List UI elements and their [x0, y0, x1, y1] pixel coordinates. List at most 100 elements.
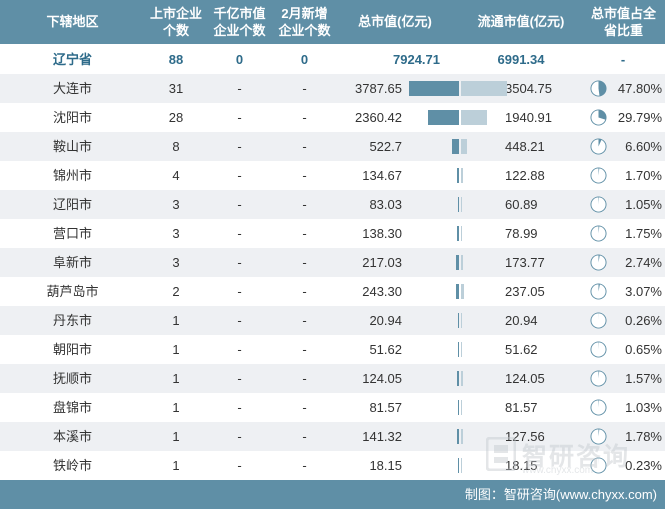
market-cap: 124.05	[362, 371, 402, 386]
header-feb-line1: 2月新增	[281, 6, 328, 21]
region-name: 锦州市	[52, 168, 92, 183]
share-percent: 1.05%	[625, 197, 662, 212]
share-percent: 1.75%	[625, 226, 662, 241]
bar-float-cap	[461, 400, 463, 415]
listed-count: 1	[172, 458, 180, 473]
market-cap: 2360.42	[355, 110, 402, 125]
share-pie-icon	[590, 370, 607, 387]
total-feb-new-count: 0	[300, 52, 309, 67]
bar-total-cap	[456, 255, 459, 270]
bar-float-cap	[461, 168, 463, 183]
header-float-cap: 流通市值(亿元)	[477, 14, 565, 29]
listed-count: 8	[172, 139, 180, 154]
market-cap: 83.03	[369, 197, 402, 212]
header-share: 总市值占全 省比重	[582, 5, 665, 39]
share-percent: 6.60%	[625, 139, 662, 154]
listed-count: 1	[172, 342, 180, 357]
total-share: -	[620, 52, 626, 67]
header-feb-new: 2月新增 企业个数	[272, 5, 337, 39]
footer-source: 制图：智研咨询(www.chyxx.com)	[464, 487, 657, 502]
market-cap: 20.94	[369, 313, 402, 328]
billion-count: -	[237, 197, 242, 212]
bar-total-cap	[458, 458, 459, 473]
region-name: 铁岭市	[52, 458, 92, 473]
table-row: 鞍山市 8 - - 522.7 448.21 6.60%	[0, 132, 665, 161]
feb-new-count: -	[302, 139, 307, 154]
share-pie-icon	[590, 254, 607, 271]
bar-float-cap	[461, 342, 462, 357]
table-row: 葫芦岛市 2 - - 243.30 237.05 3.07%	[0, 277, 665, 306]
region-name: 葫芦岛市	[46, 284, 99, 299]
listed-count: 3	[172, 197, 180, 212]
table-row: 辽阳市 3 - - 83.03 60.89 1.05%	[0, 190, 665, 219]
bar-float-cap	[461, 429, 463, 444]
billion-count: -	[237, 400, 242, 415]
listed-count: 1	[172, 429, 180, 444]
share-percent: 3.07%	[625, 284, 662, 299]
feb-new-count: -	[302, 81, 307, 96]
float-cap: 1940.91	[505, 110, 552, 125]
region-name: 朝阳市	[52, 342, 92, 357]
header-total-cap: 总市值(亿元)	[358, 14, 432, 29]
header-listed-line1: 上市企业	[149, 6, 202, 21]
bar-total-cap	[452, 139, 459, 154]
feb-new-count: -	[302, 110, 307, 125]
float-cap: 78.99	[505, 226, 538, 241]
total-market-cap: 7924.71	[393, 52, 440, 67]
billion-count: -	[237, 371, 242, 386]
header-share-line1: 总市值占全	[590, 6, 656, 21]
region-name: 本溪市	[52, 429, 92, 444]
header-billion-companies: 千亿市值 企业个数	[207, 5, 272, 39]
market-cap: 3787.65	[355, 81, 402, 96]
bar-float-cap	[461, 139, 467, 154]
market-cap: 51.62	[369, 342, 402, 357]
float-cap: 237.05	[505, 284, 545, 299]
bar-float-cap	[461, 371, 463, 386]
float-cap: 20.94	[505, 313, 538, 328]
bar-float-cap	[461, 197, 462, 212]
billion-count: -	[237, 458, 242, 473]
billion-count: -	[237, 313, 242, 328]
header-billion-line1: 千亿市值	[213, 6, 266, 21]
header-listed-companies: 上市企业 个数	[145, 5, 207, 39]
market-cap: 243.30	[362, 284, 402, 299]
watermark-url: www.chyxx.com	[522, 465, 594, 476]
billion-count: -	[237, 226, 242, 241]
share-pie-icon	[590, 312, 607, 329]
share-percent: 47.80%	[617, 81, 662, 96]
feb-new-count: -	[302, 371, 307, 386]
billion-count: -	[237, 284, 242, 299]
total-billion-count: 0	[235, 52, 244, 67]
region-name: 抚顺市	[52, 371, 92, 386]
share-pie-icon	[590, 225, 607, 242]
header-feb-line2: 企业个数	[278, 23, 331, 38]
bar-float-cap	[461, 255, 464, 270]
share-pie-icon	[590, 138, 607, 155]
billion-count: -	[237, 168, 242, 183]
bar-total-cap	[457, 371, 459, 386]
region-name: 丹东市	[52, 313, 92, 328]
feb-new-count: -	[302, 342, 307, 357]
listed-count: 1	[172, 371, 180, 386]
header-billion-line2: 企业个数	[213, 23, 266, 38]
float-cap: 173.77	[505, 255, 545, 270]
billion-count: -	[237, 255, 242, 270]
region-name: 沈阳市	[52, 110, 92, 125]
bar-float-cap	[461, 110, 487, 125]
region-name: 盘锦市	[52, 400, 92, 415]
share-percent: 0.26%	[625, 313, 662, 328]
float-cap: 81.57	[505, 400, 538, 415]
bar-total-cap	[457, 226, 459, 241]
market-cap: 138.30	[362, 226, 402, 241]
feb-new-count: -	[302, 458, 307, 473]
share-pie-icon	[590, 167, 607, 184]
bar-float-cap	[461, 226, 463, 241]
table-row: 盘锦市 1 - - 81.57 81.57 1.03%	[0, 393, 665, 422]
bar-total-cap	[458, 342, 459, 357]
share-pie-icon	[590, 80, 607, 97]
float-cap: 60.89	[505, 197, 538, 212]
share-percent: 1.70%	[625, 168, 662, 183]
bar-total-cap	[427, 110, 459, 125]
float-cap: 51.62	[505, 342, 538, 357]
region-name: 阜新市	[52, 255, 92, 270]
